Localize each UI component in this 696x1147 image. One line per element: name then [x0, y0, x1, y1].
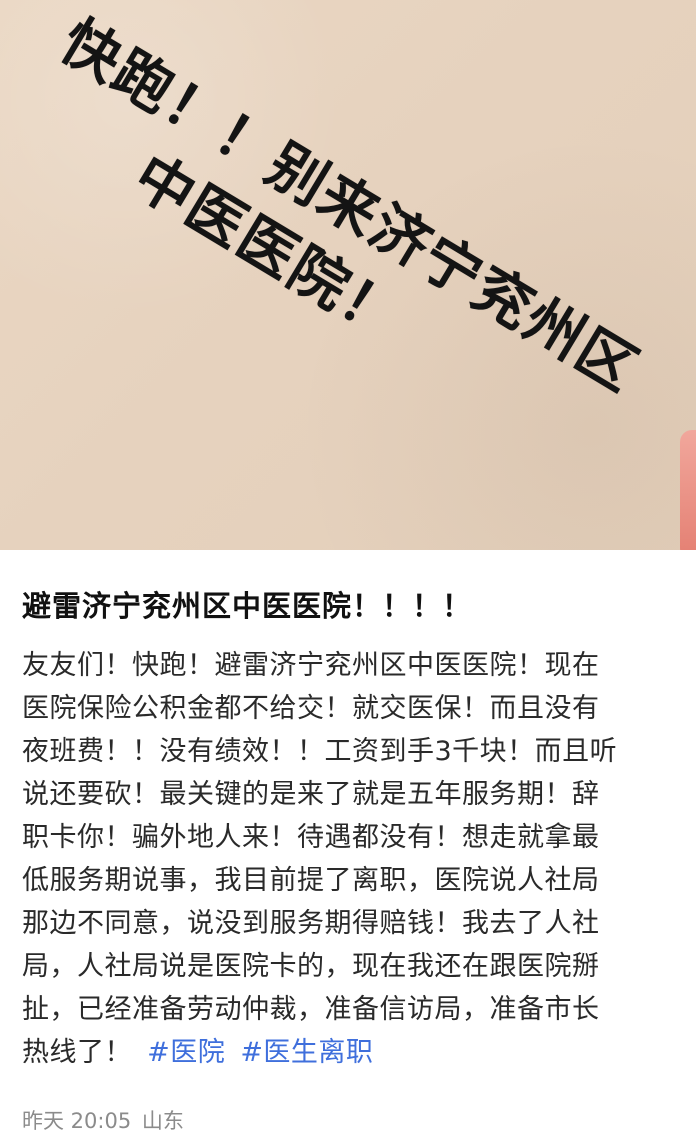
poster-text: 快跑！！别来济宁兖州区 中医医院！	[8, 4, 650, 454]
post-body-line-6: 低服务期说事，我目前提了离职，医院说人社局	[22, 865, 600, 896]
post-content: 避雷济宁兖州区中医医院！！！！ 友友们！快跑！避雷济宁兖州区中医医院！现在 医院…	[0, 550, 696, 1147]
post-title: 避雷济宁兖州区中医医院！！！！	[22, 589, 473, 623]
post-location: 山东	[141, 1109, 184, 1133]
hashtag-hospital[interactable]: #医院	[147, 1037, 225, 1068]
post-meta: 昨天 20:05 山东	[22, 1107, 184, 1135]
post-body-line-8: 局，人社局说是医院卡的，现在我还在跟医院掰	[22, 951, 600, 982]
post-body: 友友们！快跑！避雷济宁兖州区中医医院！现在 医院保险公积金都不给交！就交医保！而…	[22, 644, 674, 1074]
post-image: 快跑！！别来济宁兖州区 中医医院！	[0, 0, 696, 550]
post-body-line-7: 那边不同意，说没到服务期得赔钱！我去了人社	[22, 908, 600, 939]
post-body-line-1: 友友们！快跑！避雷济宁兖州区中医医院！现在	[22, 650, 600, 681]
post-body-line-3: 夜班费！！没有绩效！！工资到手3千块！而且听	[22, 736, 618, 767]
post-body-line-9: 扯，已经准备劳动仲裁，准备信访局，准备市长	[22, 994, 600, 1025]
post-time: 昨天 20:05	[22, 1109, 132, 1133]
hashtag-doctor-resignation[interactable]: #医生离职	[240, 1037, 373, 1068]
post-body-line-10: 热线了！	[22, 1037, 132, 1068]
post-body-last-line: 热线了！ #医院 #医生离职	[22, 1031, 674, 1074]
post-body-line-2: 医院保险公积金都不给交！就交医保！而且没有	[22, 693, 600, 724]
post-body-line-5: 职卡你！骗外地人来！待遇都没有！想走就拿最	[22, 822, 600, 853]
post-body-line-4: 说还要砍！最关键的是来了就是五年服务期！辞	[22, 779, 600, 810]
